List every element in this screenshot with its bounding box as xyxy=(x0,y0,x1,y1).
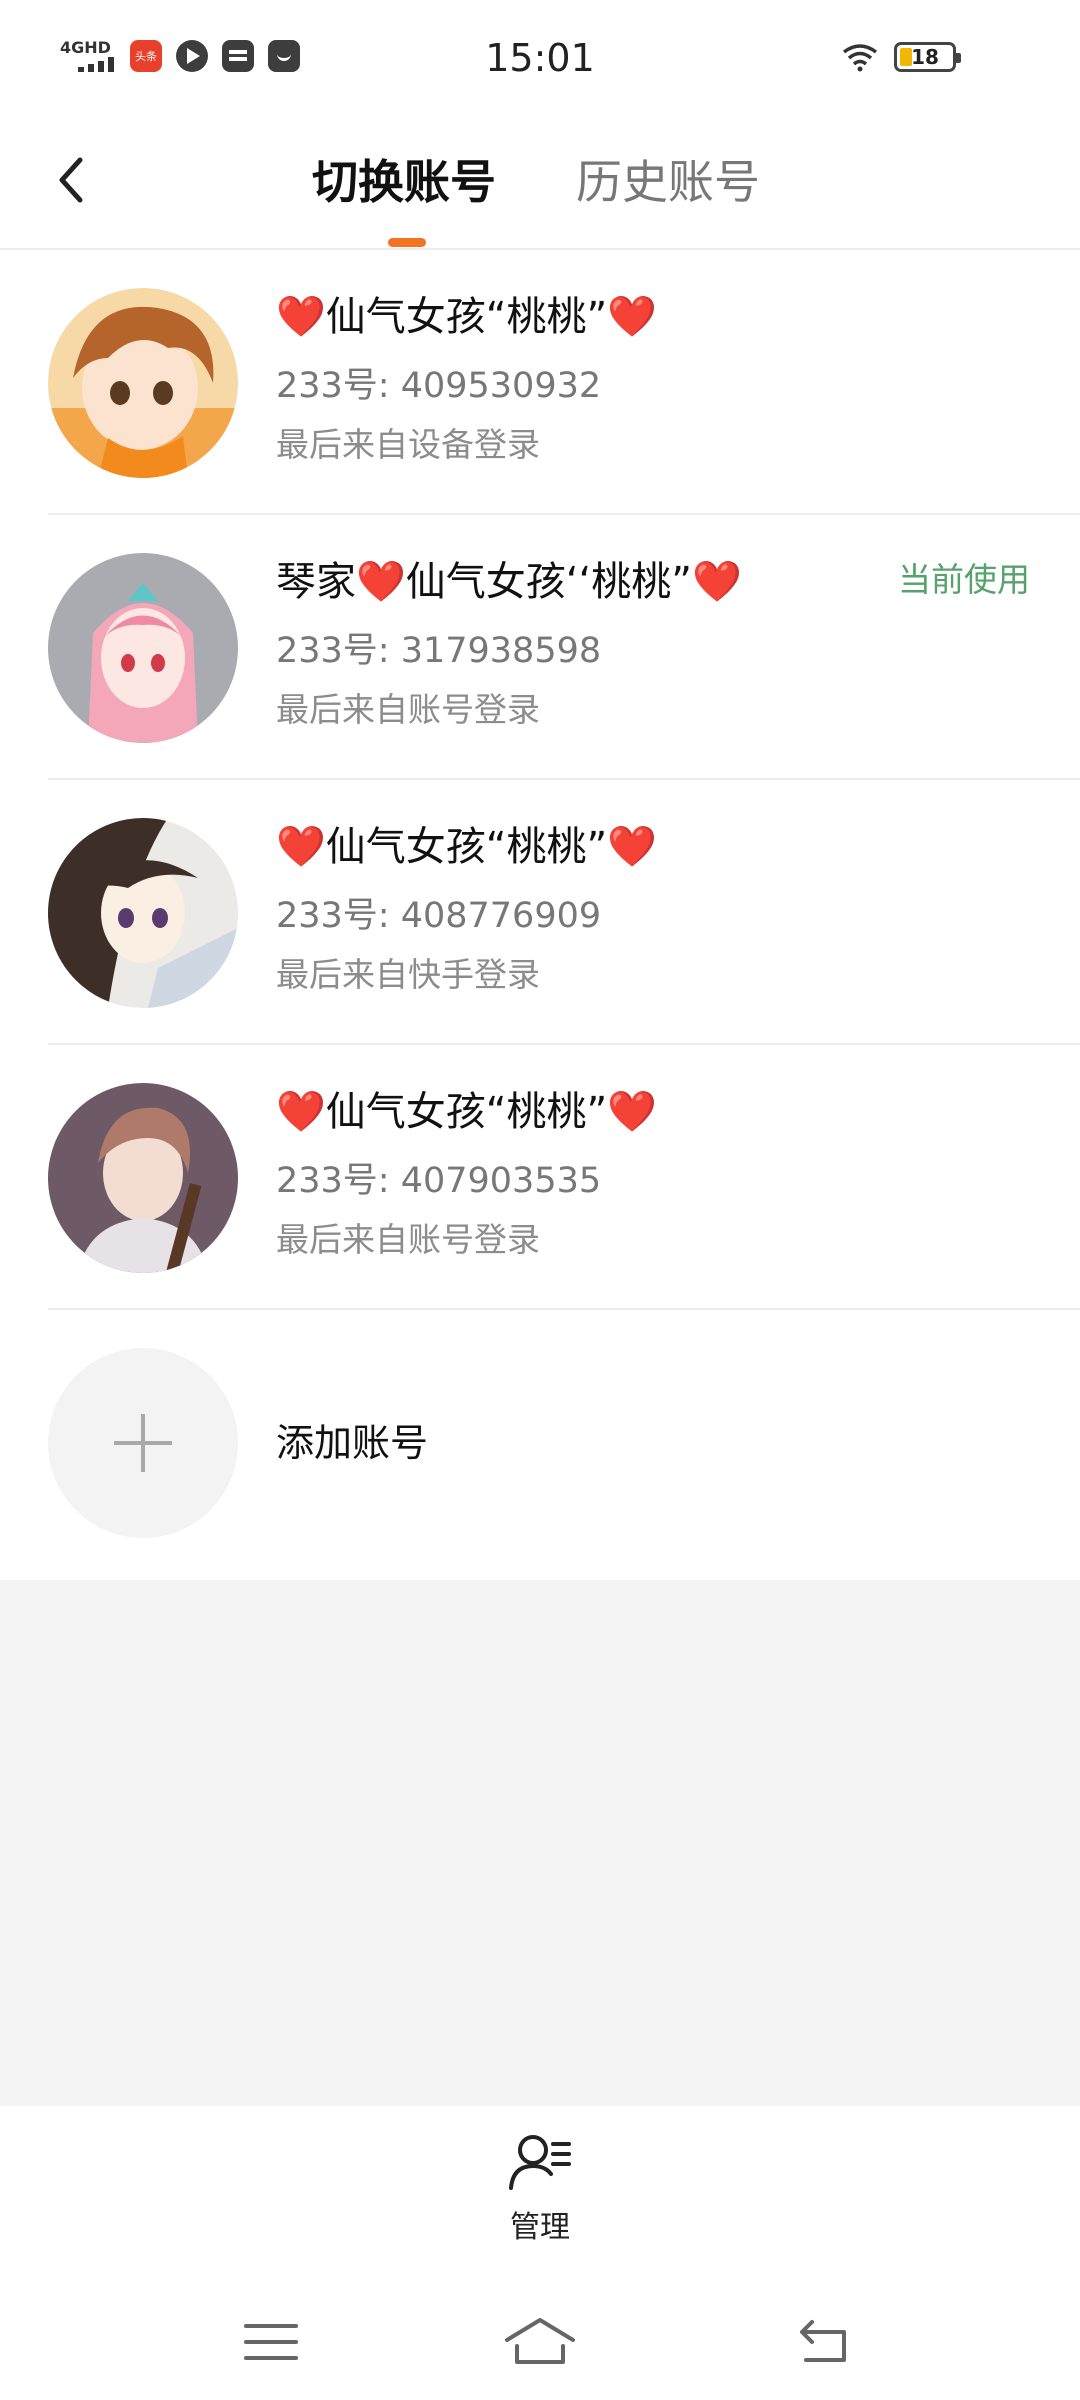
account-id: 233号: 409530932 xyxy=(276,366,602,406)
status-icons-right: 18 xyxy=(840,42,961,72)
account-row[interactable]: ❤️仙气女孩“桃桃”❤️ 233号: 409530932 最后来自设备登录 xyxy=(0,250,1080,515)
top-bar: 切换账号 历史账号 xyxy=(0,120,1080,250)
add-account-label: 添加账号 xyxy=(276,1421,429,1465)
account-row[interactable]: ❤️仙气女孩“桃桃”❤️ 233号: 407903535 最后来自账号登录 xyxy=(0,1045,1080,1310)
avatar xyxy=(48,553,238,743)
empty-area xyxy=(0,1580,1080,2106)
account-name: ❤️仙气女孩“桃桃”❤️ xyxy=(276,1089,658,1135)
back-arrow-icon[interactable] xyxy=(46,150,96,210)
system-nav-bar xyxy=(0,2290,1080,2400)
status-bar: 4GHD 头条 15:01 18 xyxy=(0,0,1080,120)
avatar xyxy=(48,1083,238,1273)
manage-button[interactable]: 管理 xyxy=(490,2130,590,2246)
account-name: ❤️仙气女孩“桃桃”❤️ xyxy=(276,294,658,340)
avatar xyxy=(48,288,238,478)
account-id: 233号: 317938598 xyxy=(276,631,602,671)
home-icon[interactable] xyxy=(495,2312,585,2372)
active-tab-indicator xyxy=(388,238,426,247)
avatar xyxy=(48,818,238,1008)
plus-icon[interactable] xyxy=(48,1348,238,1538)
account-name: ❤️仙气女孩“桃桃”❤️ xyxy=(276,824,658,870)
battery-level: 18 xyxy=(911,45,939,69)
last-login-source: 最后来自设备登录 xyxy=(276,425,540,464)
last-login-source: 最后来自账号登录 xyxy=(276,1220,540,1259)
user-list-icon xyxy=(509,2135,571,2190)
back-icon[interactable] xyxy=(778,2312,868,2372)
account-list: ❤️仙气女孩“桃桃”❤️ 233号: 409530932 最后来自设备登录 琴家… xyxy=(0,250,1080,1575)
account-id: 233号: 408776909 xyxy=(276,896,602,936)
account-row[interactable]: ❤️仙气女孩“桃桃”❤️ 233号: 408776909 最后来自快手登录 xyxy=(0,780,1080,1045)
account-row[interactable]: 琴家❤️仙气女孩‘‘桃桃”❤️ 当前使用 233号: 317938598 最后来… xyxy=(0,515,1080,780)
tab-switch-account[interactable]: 切换账号 xyxy=(312,152,496,212)
tab-history-account[interactable]: 历史账号 xyxy=(576,152,760,212)
last-login-source: 最后来自快手登录 xyxy=(276,955,540,994)
battery-icon: 18 xyxy=(894,42,961,72)
wifi-icon xyxy=(842,44,878,72)
manage-label: 管理 xyxy=(510,2210,570,2245)
account-id: 233号: 407903535 xyxy=(276,1161,602,1201)
menu-icon[interactable] xyxy=(226,2312,316,2372)
current-account-label: 当前使用 xyxy=(898,560,1030,599)
last-login-source: 最后来自账号登录 xyxy=(276,690,540,729)
account-name: 琴家❤️仙气女孩‘‘桃桃”❤️ xyxy=(276,559,742,605)
add-account-row[interactable]: 添加账号 xyxy=(0,1310,1080,1575)
